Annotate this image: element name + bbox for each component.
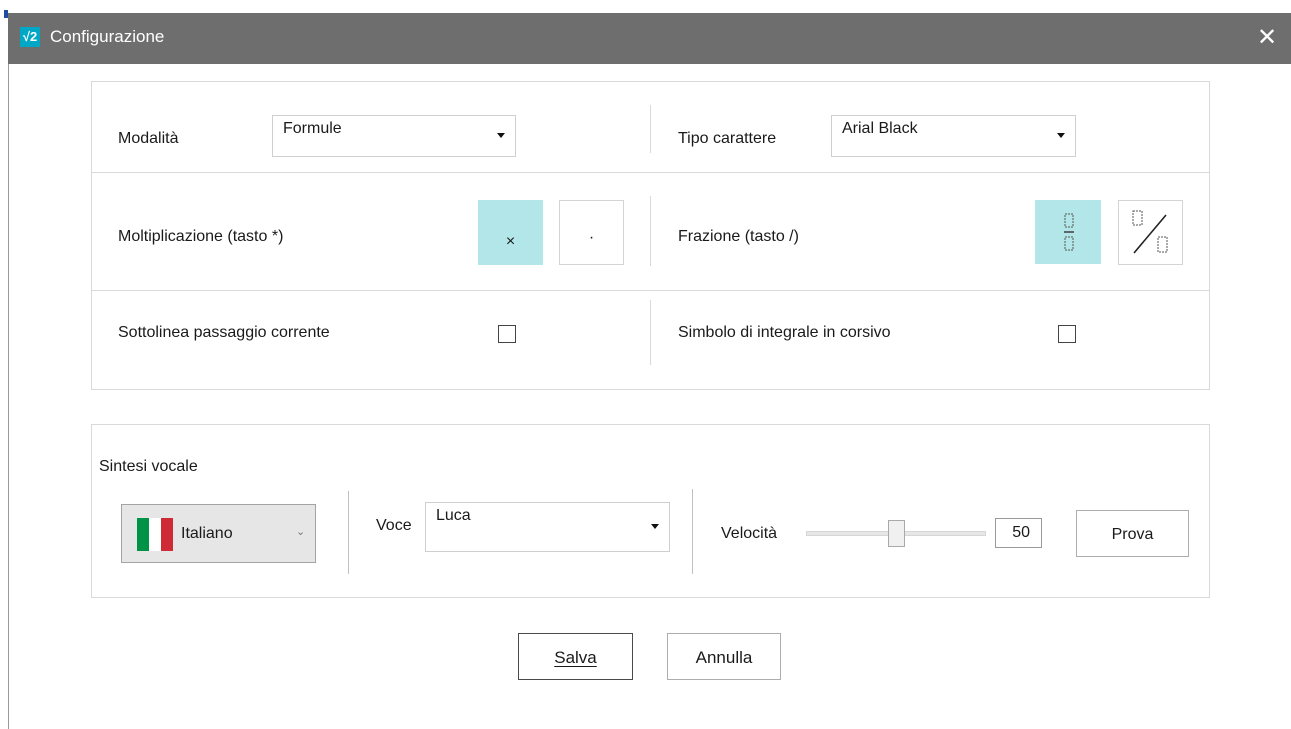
italic-integral-label: Simbolo di integrale in corsivo xyxy=(678,324,891,341)
underline-step-label: Sottolinea passaggio corrente xyxy=(118,324,330,341)
column-divider xyxy=(650,105,651,153)
modalita-value: Formule xyxy=(283,120,342,137)
italy-flag-icon xyxy=(137,518,173,551)
modalita-dropdown[interactable]: Formule xyxy=(272,115,516,157)
multiplication-cross-button[interactable]: × xyxy=(478,200,543,265)
speech-divider xyxy=(348,491,349,574)
fraction-slash-button[interactable] xyxy=(1118,200,1183,265)
chevron-down-icon xyxy=(651,524,659,529)
test-voice-button[interactable]: Prova xyxy=(1076,510,1189,557)
close-icon[interactable]: ✕ xyxy=(1253,24,1281,52)
speech-section-label: Sintesi vocale xyxy=(99,458,198,475)
multiplication-cross-symbol: × xyxy=(505,233,516,250)
chevron-down-icon: ⌄ xyxy=(296,526,306,538)
window-title: Configurazione xyxy=(50,27,165,46)
chevron-down-icon xyxy=(1057,133,1065,138)
save-button[interactable]: Salva xyxy=(518,633,633,680)
fraction-label: Frazione (tasto /) xyxy=(678,228,799,245)
speech-divider xyxy=(692,489,693,574)
save-label: Salva xyxy=(554,648,597,667)
language-dropdown[interactable]: Italiano ⌄ xyxy=(121,504,316,563)
chevron-down-icon xyxy=(497,133,505,138)
title-bar xyxy=(8,13,1291,64)
vertical-fraction-icon xyxy=(1064,213,1074,251)
speed-label: Velocità xyxy=(721,525,778,542)
window-border xyxy=(8,64,9,729)
voice-label: Voce xyxy=(376,517,412,534)
font-type-dropdown[interactable]: Arial Black xyxy=(831,115,1076,157)
voice-value: Luca xyxy=(436,507,471,524)
language-value: Italiano xyxy=(181,525,233,542)
voice-dropdown[interactable]: Luca xyxy=(425,502,670,552)
italic-integral-checkbox[interactable] xyxy=(1058,325,1076,343)
multiplication-label: Moltiplicazione (tasto *) xyxy=(118,228,284,245)
row-divider xyxy=(92,172,1209,173)
fraction-vertical-button[interactable] xyxy=(1035,200,1101,264)
column-divider xyxy=(650,300,651,365)
row-divider xyxy=(92,290,1209,291)
speed-value-box[interactable]: 50 xyxy=(995,518,1042,548)
speed-slider-thumb[interactable] xyxy=(888,520,905,547)
cancel-label: Annulla xyxy=(695,648,753,667)
font-type-value: Arial Black xyxy=(842,120,918,137)
font-type-label: Tipo carattere xyxy=(678,130,777,147)
multiplication-dot-symbol: · xyxy=(588,229,595,246)
underline-step-checkbox[interactable] xyxy=(498,325,516,343)
multiplication-dot-button[interactable]: · xyxy=(559,200,624,265)
modalita-label: Modalità xyxy=(118,130,179,147)
slash-fraction-icon xyxy=(1132,210,1168,254)
cancel-button[interactable]: Annulla xyxy=(667,633,781,680)
app-sqrt-icon: √2 xyxy=(20,27,40,47)
test-voice-label: Prova xyxy=(1111,526,1154,543)
column-divider xyxy=(650,196,651,266)
speed-value: 50 xyxy=(1012,524,1030,541)
